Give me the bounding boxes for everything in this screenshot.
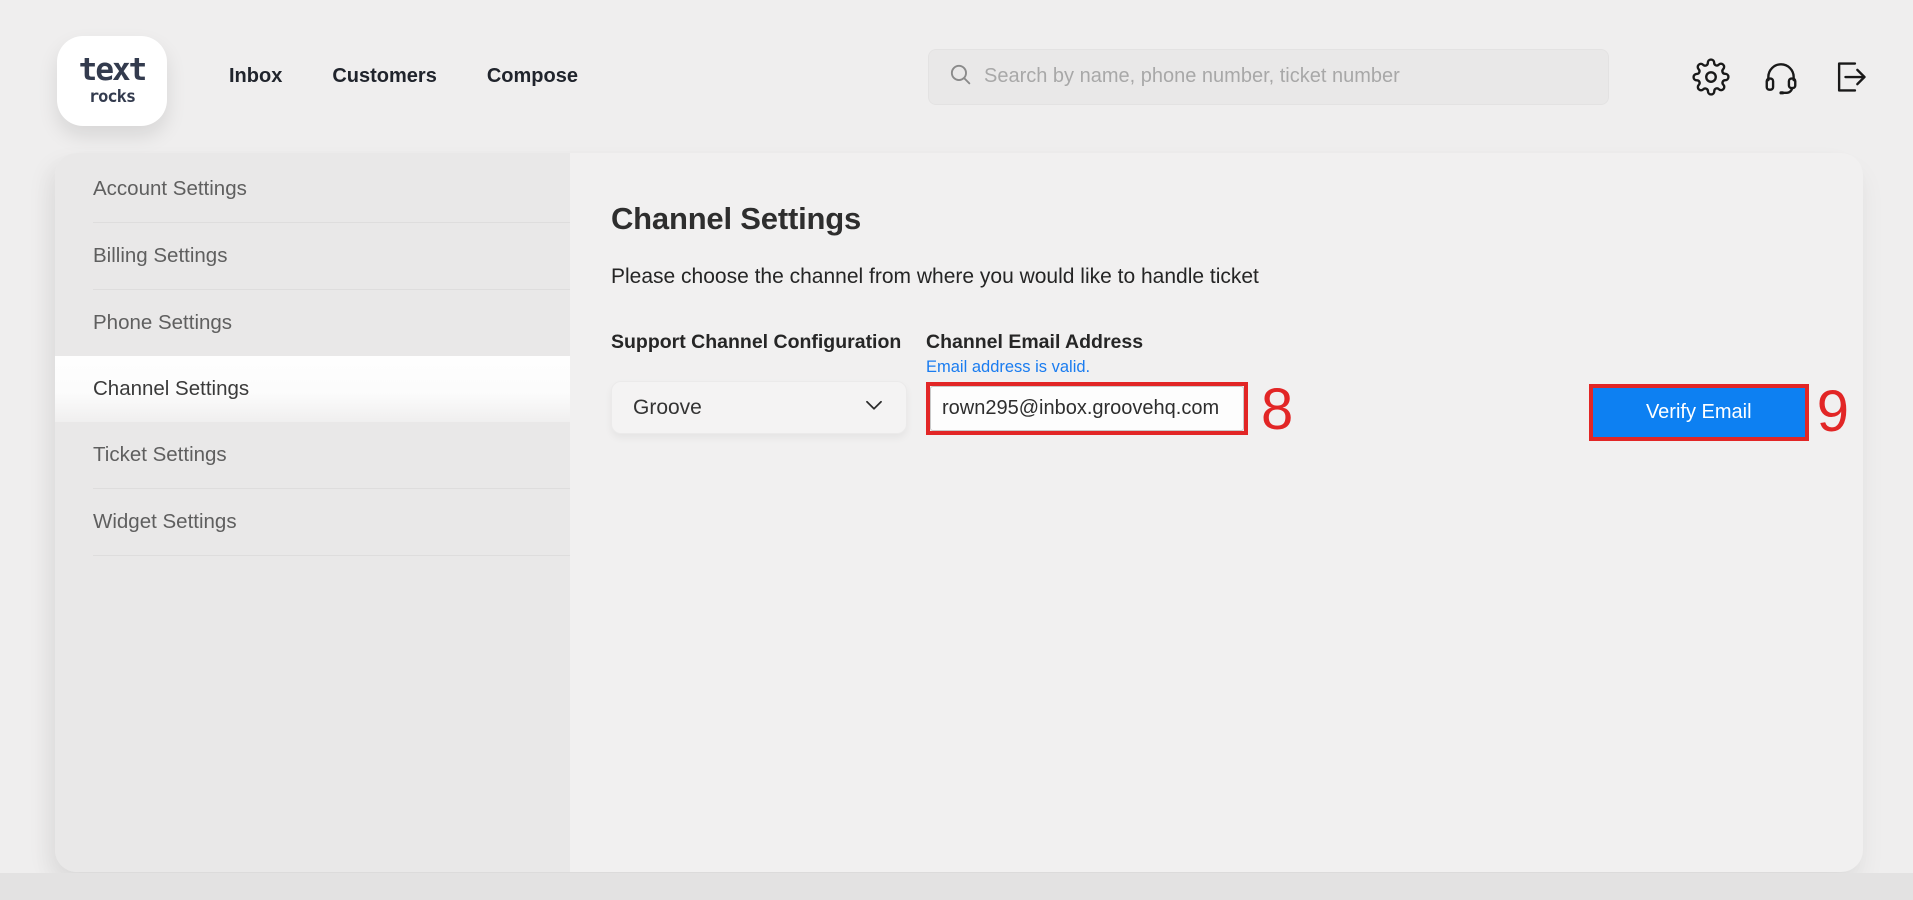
channel-email-label: Channel Email Address [926, 331, 1144, 353]
sidebar-divider [93, 555, 570, 556]
email-valid-note: Email address is valid. [926, 358, 1091, 376]
annotation-number-8: 8 [1261, 377, 1294, 442]
nav-item-compose[interactable]: Compose [487, 65, 578, 88]
page-bottom-strip [0, 873, 1913, 900]
verify-email-area: Verify Email 9 [1588, 379, 1849, 444]
page-title: Channel Settings [611, 201, 861, 236]
brand-logo[interactable]: text rocks [57, 35, 167, 126]
annotation-number-9: 9 [1816, 379, 1849, 444]
sidebar-item-channel-settings[interactable]: Channel Settings [55, 356, 570, 422]
channel-email-input[interactable] [930, 386, 1244, 431]
settings-gear-icon[interactable] [1692, 57, 1730, 96]
email-input-annotation-box [926, 382, 1248, 435]
page-subtitle: Please choose the channel from where you… [611, 265, 1259, 288]
sidebar-item-widget-settings[interactable]: Widget Settings [55, 489, 570, 555]
channel-email-field: Channel Email Address Email address is v… [926, 331, 1248, 435]
sidebar-item-phone-settings[interactable]: Phone Settings [55, 290, 570, 356]
top-bar: text rocks Inbox Customers Compose [0, 0, 1913, 153]
search-icon [948, 62, 973, 92]
nav-item-customers[interactable]: Customers [332, 65, 436, 88]
channel-form-row: Support Channel Configuration Groove Cha… [611, 331, 1849, 441]
verify-button-annotation-box: Verify Email [1588, 383, 1809, 441]
chevron-down-icon [861, 392, 887, 423]
logout-icon[interactable] [1832, 58, 1870, 96]
search-input[interactable] [984, 65, 1593, 88]
nav-item-inbox[interactable]: Inbox [229, 65, 282, 88]
support-channel-label: Support Channel Configuration [611, 331, 902, 353]
sidebar-item-account-settings[interactable]: Account Settings [55, 156, 570, 222]
verify-email-button[interactable]: Verify Email [1592, 387, 1805, 437]
sidebar-item-ticket-settings[interactable]: Ticket Settings [55, 422, 570, 488]
settings-card: Account Settings Billing Settings Phone … [55, 153, 1863, 872]
support-channel-selected-value: Groove [633, 395, 702, 419]
channel-settings-panel: Channel Settings Please choose the chann… [570, 153, 1863, 872]
support-channel-field: Support Channel Configuration Groove [611, 331, 907, 434]
sidebar-item-billing-settings[interactable]: Billing Settings [55, 223, 570, 289]
main-nav: Inbox Customers Compose [229, 65, 578, 88]
app-window: text rocks Inbox Customers Compose Searc… [0, 0, 1913, 900]
support-headset-icon[interactable] [1762, 58, 1800, 96]
header-actions [1692, 57, 1870, 96]
brand-logo-text: text [78, 52, 148, 88]
settings-sidebar: Account Settings Billing Settings Phone … [55, 153, 570, 872]
support-channel-select[interactable]: Groove [611, 381, 907, 434]
search-bar[interactable] [928, 48, 1609, 105]
brand-logo-subtext: rocks [88, 87, 136, 107]
